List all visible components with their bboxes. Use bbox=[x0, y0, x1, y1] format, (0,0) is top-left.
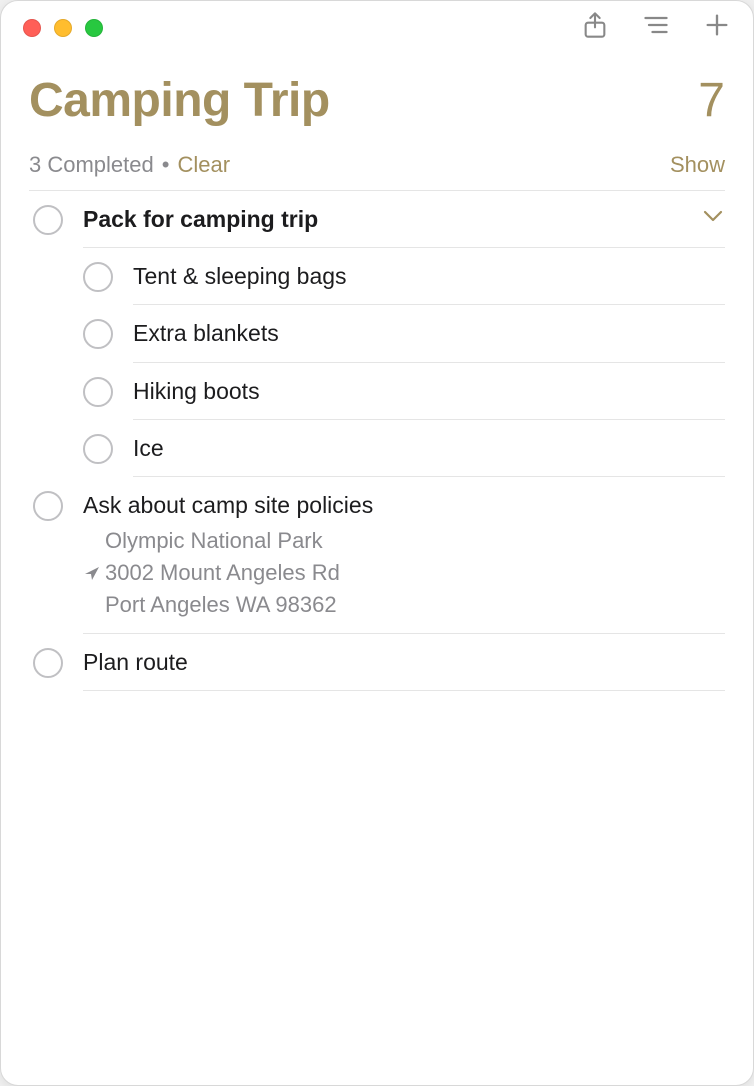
reminder-title: Ask about camp site policies bbox=[83, 489, 725, 521]
titlebar bbox=[1, 1, 753, 53]
location-block: Olympic National Park 3002 Mount Angeles… bbox=[83, 525, 725, 621]
list-header: Camping Trip 7 bbox=[29, 73, 725, 128]
checkbox[interactable] bbox=[83, 434, 113, 464]
checkbox[interactable] bbox=[83, 377, 113, 407]
chevron-down-icon[interactable] bbox=[703, 209, 723, 228]
reminder-subitem[interactable]: Extra blankets bbox=[83, 305, 725, 362]
checkbox[interactable] bbox=[83, 319, 113, 349]
location-street: 3002 Mount Angeles Rd bbox=[105, 557, 340, 589]
location-arrow-icon bbox=[83, 565, 101, 581]
remaining-count: 7 bbox=[698, 73, 725, 128]
reminder-title: Extra blankets bbox=[133, 317, 725, 349]
reminder-title: Ice bbox=[133, 432, 725, 464]
reminders-window: Camping Trip 7 3 Completed • Clear Show … bbox=[0, 0, 754, 1086]
status-row: 3 Completed • Clear Show bbox=[29, 152, 725, 191]
close-window-button[interactable] bbox=[23, 19, 41, 37]
add-icon[interactable] bbox=[703, 11, 731, 44]
location-name: Olympic National Park bbox=[83, 525, 725, 557]
reminder-item[interactable]: Ask about camp site policies Olympic Nat… bbox=[29, 477, 725, 634]
checkbox[interactable] bbox=[83, 262, 113, 292]
checkbox[interactable] bbox=[33, 205, 63, 235]
reminder-title: Hiking boots bbox=[133, 375, 725, 407]
completed-count-label: 3 Completed bbox=[29, 152, 154, 178]
checkbox[interactable] bbox=[33, 648, 63, 678]
show-completed-button[interactable]: Show bbox=[670, 152, 725, 178]
window-controls bbox=[23, 17, 103, 37]
separator-dot: • bbox=[162, 152, 170, 178]
reminder-item[interactable]: Plan route bbox=[29, 634, 725, 691]
reminder-title: Pack for camping trip bbox=[83, 203, 725, 235]
fullscreen-window-button[interactable] bbox=[85, 19, 103, 37]
reminder-item[interactable]: Pack for camping trip bbox=[29, 191, 725, 248]
content-area: Camping Trip 7 3 Completed • Clear Show … bbox=[1, 53, 753, 691]
list-title: Camping Trip bbox=[29, 73, 330, 128]
reminders-list: Pack for camping trip Tent & sleeping ba… bbox=[29, 191, 725, 691]
reminder-subitem[interactable]: Hiking boots bbox=[83, 363, 725, 420]
reminder-title: Plan route bbox=[83, 646, 725, 678]
reminder-title: Tent & sleeping bags bbox=[133, 260, 725, 292]
location-city: Port Angeles WA 98362 bbox=[83, 589, 725, 621]
clear-completed-button[interactable]: Clear bbox=[177, 152, 230, 178]
list-view-icon[interactable] bbox=[642, 11, 670, 44]
reminder-subitem[interactable]: Tent & sleeping bags bbox=[83, 248, 725, 305]
checkbox[interactable] bbox=[33, 491, 63, 521]
reminder-subitem[interactable]: Ice bbox=[83, 420, 725, 477]
share-icon[interactable] bbox=[581, 11, 609, 44]
status-left: 3 Completed • Clear bbox=[29, 152, 230, 178]
minimize-window-button[interactable] bbox=[54, 19, 72, 37]
toolbar bbox=[581, 11, 731, 44]
